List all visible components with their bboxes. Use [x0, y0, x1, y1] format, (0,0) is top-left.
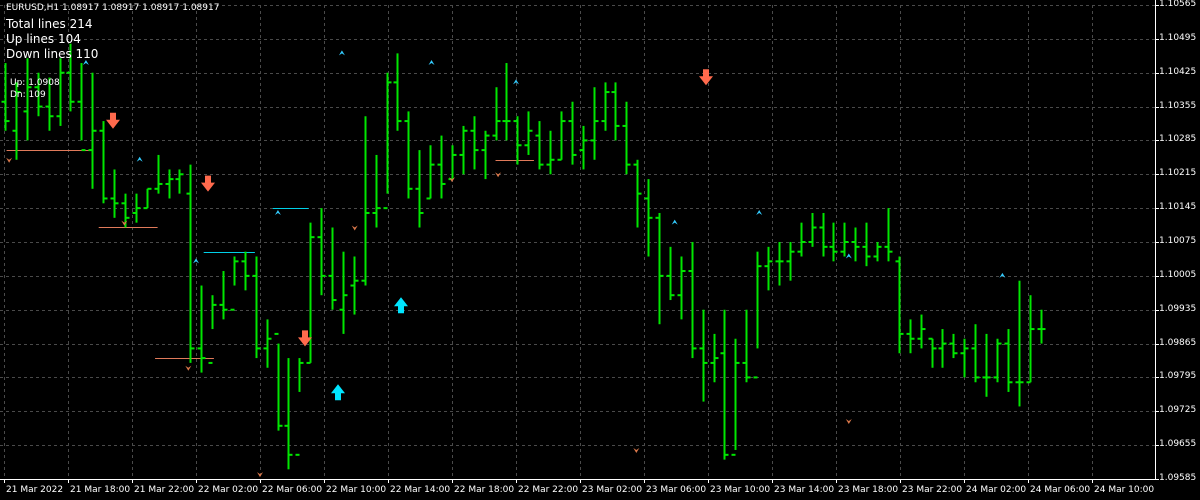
small-down-marker-icon	[351, 225, 358, 231]
small-down-marker-icon	[845, 418, 852, 424]
small-up-marker-icon	[136, 156, 143, 162]
small-down-marker-icon	[185, 365, 192, 371]
price-chart[interactable]	[0, 0, 1200, 500]
small-up-marker-icon	[756, 209, 763, 215]
small-up-marker-icon	[338, 50, 345, 56]
small-up-marker-icon	[428, 60, 435, 66]
small-down-marker-icon	[633, 447, 640, 453]
small-up-marker-icon	[845, 253, 852, 259]
small-up-marker-icon	[193, 258, 199, 264]
small-down-marker-icon	[6, 157, 13, 163]
down-arrow-icon	[201, 175, 215, 192]
small-down-marker-icon	[257, 472, 263, 478]
small-up-marker-icon	[274, 209, 281, 215]
down-arrow-icon	[699, 69, 713, 86]
small-up-marker-icon	[999, 272, 1006, 278]
small-up-marker-icon	[82, 60, 89, 66]
down-arrow-icon	[106, 112, 120, 129]
small-up-marker-icon	[671, 219, 678, 225]
chart-area[interactable]: EURUSD,H1 1.08917 1.08917 1.08917 1.0891…	[0, 0, 1200, 500]
up-arrow-icon	[331, 384, 345, 401]
